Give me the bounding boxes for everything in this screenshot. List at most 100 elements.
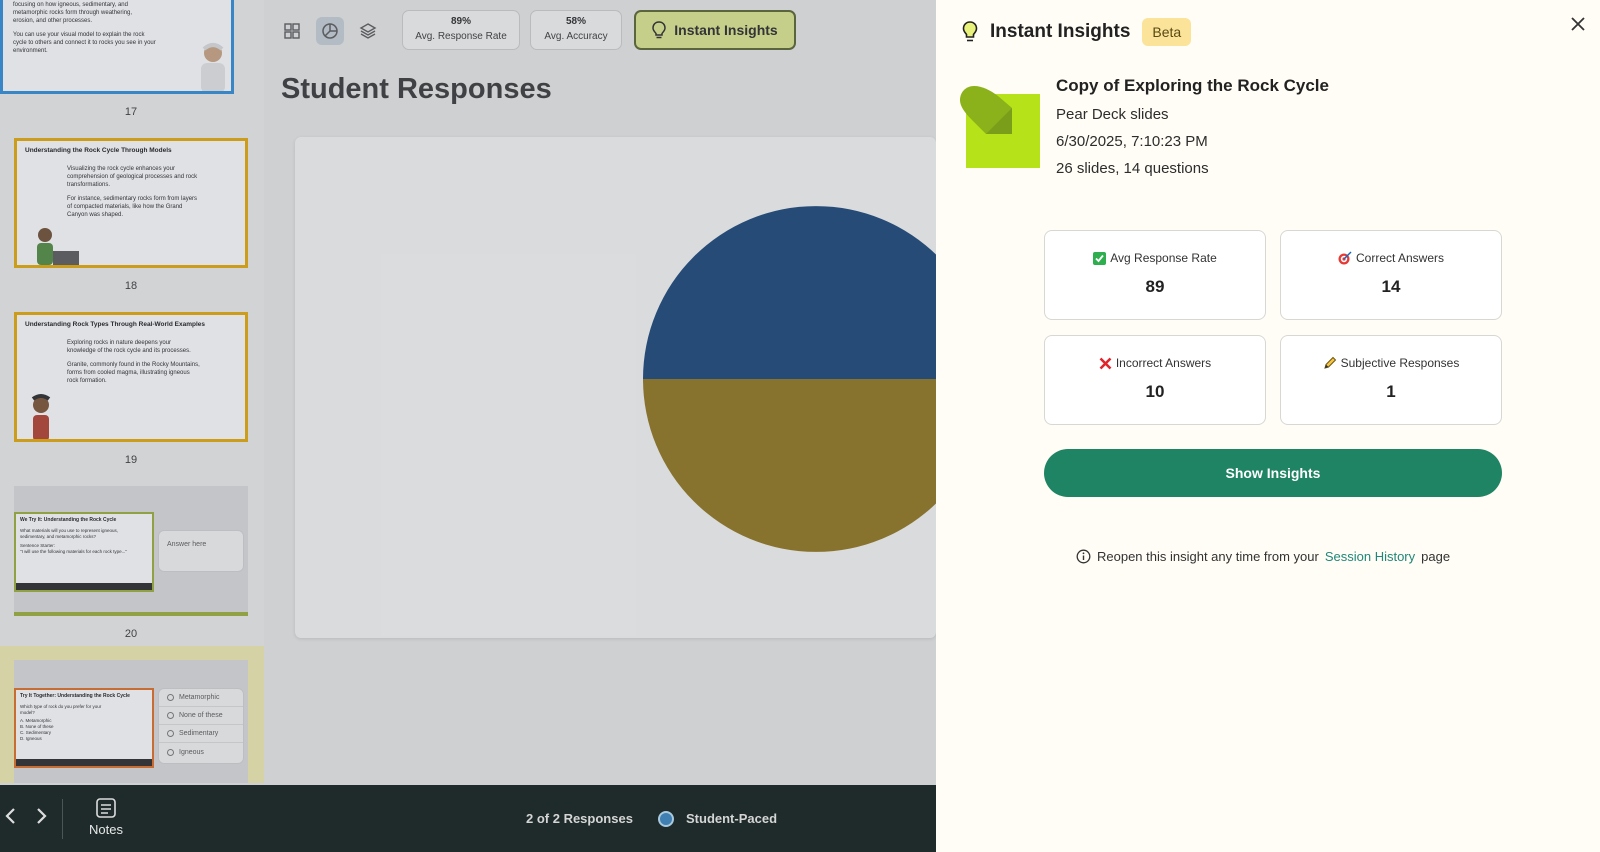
slide-text: focusing on how igneous, sedimentary, an… bbox=[13, 2, 156, 55]
reopen-text: Reopen this insight any time from your bbox=[1097, 549, 1319, 564]
option-item: Igneous bbox=[159, 743, 243, 761]
slide-thumbnail-20[interactable]: We Try It: Understanding the Rock Cycle … bbox=[14, 486, 248, 616]
instant-insights-panel: Instant Insights Beta Copy of Exploring … bbox=[936, 0, 1600, 852]
avg-accuracy-pill: 58% Avg. Accuracy bbox=[530, 10, 622, 50]
page-title: Student Responses bbox=[281, 73, 552, 105]
slide-text: What materials will you use to represent… bbox=[20, 528, 127, 555]
pencil-icon bbox=[1323, 356, 1336, 369]
close-icon bbox=[1571, 17, 1585, 31]
slide-thumbnail-19[interactable]: Understanding Rock Types Through Real-Wo… bbox=[14, 312, 248, 442]
next-slide-button[interactable] bbox=[34, 805, 48, 831]
slide-bottom-border bbox=[14, 612, 248, 616]
layers-view-button[interactable] bbox=[354, 17, 382, 45]
slide-text: Which type of rock do you prefer for you… bbox=[20, 704, 102, 742]
lightbulb-icon bbox=[962, 21, 978, 42]
radio-icon bbox=[167, 730, 174, 737]
chart-card bbox=[295, 137, 936, 638]
card-label-text: Correct Answers bbox=[1355, 251, 1445, 265]
avg-accuracy-value: 58% bbox=[565, 16, 586, 27]
card-label: Correct Answers bbox=[1281, 251, 1501, 265]
grid-view-button[interactable] bbox=[278, 17, 306, 45]
pacing-mode: Student-Paced bbox=[686, 811, 778, 826]
slide-title: Understanding Rock Types Through Real-Wo… bbox=[25, 321, 205, 328]
slide-rail[interactable]: focusing on how igneous, sedimentary, an… bbox=[0, 0, 264, 783]
previous-slide-button[interactable] bbox=[4, 805, 18, 831]
slide-text: Visualizing the rock cycle enhances your… bbox=[67, 166, 198, 219]
card-value: 89 bbox=[1145, 277, 1165, 296]
divider bbox=[62, 799, 63, 839]
slide-footer-bar bbox=[16, 759, 152, 766]
character-illustration-icon bbox=[37, 228, 79, 265]
slide-title: Understanding the Rock Cycle Through Mod… bbox=[25, 147, 172, 154]
pacing-indicator-icon bbox=[658, 811, 674, 827]
reopen-note: Reopen this insight any time from your S… bbox=[1076, 549, 1450, 564]
answer-options: Metamorphic None of these Sedimentary Ig… bbox=[158, 688, 244, 764]
target-icon bbox=[1338, 251, 1352, 265]
slide-preview: Try It Together: Understanding the Rock … bbox=[14, 688, 154, 768]
card-value: 1 bbox=[1386, 382, 1396, 401]
reopen-suffix: page bbox=[1421, 549, 1451, 564]
slide-number: 17 bbox=[124, 106, 138, 118]
avg-response-label: Avg. Response Rate bbox=[415, 31, 507, 42]
chevron-left-icon bbox=[5, 808, 15, 824]
card-label-text: Avg Response Rate bbox=[1110, 251, 1217, 265]
panel-title: Instant Insights bbox=[990, 21, 1131, 42]
character-illustration-icon bbox=[31, 394, 51, 439]
answer-placeholder: Answer here bbox=[158, 530, 244, 572]
instant-insights-button[interactable]: Instant Insights bbox=[634, 10, 796, 50]
card-label-text: Subjective Responses bbox=[1340, 356, 1460, 370]
option-item: Sedimentary bbox=[159, 725, 243, 743]
option-label: Sedimentary bbox=[179, 730, 219, 737]
close-panel-button[interactable] bbox=[1570, 12, 1586, 38]
slide-thumbnail-18[interactable]: Understanding the Rock Cycle Through Mod… bbox=[14, 138, 248, 268]
notes-button[interactable]: Notes bbox=[80, 797, 132, 837]
deck-source: Pear Deck slides bbox=[1056, 106, 1169, 123]
pie-chart-icon bbox=[322, 23, 338, 39]
notes-label: Notes bbox=[89, 822, 123, 837]
slide-title: Try It Together: Understanding the Rock … bbox=[20, 693, 130, 699]
slide-thumbnail-21[interactable]: Try It Together: Understanding the Rock … bbox=[14, 660, 248, 783]
slide-number: 18 bbox=[124, 280, 138, 292]
card-value: 14 bbox=[1381, 277, 1401, 296]
deck-name: Copy of Exploring the Rock Cycle bbox=[1056, 76, 1329, 95]
pear-deck-logo-icon bbox=[960, 86, 1040, 168]
card-label: Avg Response Rate bbox=[1045, 251, 1265, 265]
deck-meta: Copy of Exploring the Rock Cycle Pear De… bbox=[1056, 76, 1329, 177]
pie-slice-0 bbox=[643, 206, 936, 379]
option-item: None of these bbox=[159, 707, 243, 725]
radio-icon bbox=[167, 748, 174, 756]
radio-icon bbox=[167, 694, 174, 701]
slide-title: We Try It: Understanding the Rock Cycle bbox=[20, 517, 117, 523]
avg-response-rate-card: Avg Response Rate 89 bbox=[1044, 230, 1266, 320]
responses-view-button[interactable] bbox=[316, 17, 344, 45]
bottom-bar: Notes 2 of 2 Responses Student-Paced bbox=[0, 785, 936, 852]
pie-slice-1 bbox=[643, 379, 936, 552]
cross-mark-icon bbox=[1099, 357, 1112, 369]
option-item: Metamorphic bbox=[159, 689, 243, 707]
lightbulb-icon bbox=[652, 21, 667, 39]
slide-preview: We Try It: Understanding the Rock Cycle … bbox=[14, 512, 154, 592]
beta-badge: Beta bbox=[1142, 18, 1192, 46]
notes-icon bbox=[96, 798, 116, 818]
radio-icon bbox=[167, 712, 174, 719]
response-count: 2 of 2 Responses bbox=[526, 811, 633, 826]
correct-answers-card: Correct Answers 14 bbox=[1280, 230, 1502, 320]
slide-number: 19 bbox=[124, 454, 138, 466]
card-value: 10 bbox=[1145, 382, 1165, 401]
avg-response-rate-pill: 89% Avg. Response Rate bbox=[402, 10, 520, 50]
panel-header: Instant Insights Beta bbox=[962, 18, 1192, 46]
toolbar: 89% Avg. Response Rate 58% Avg. Accuracy… bbox=[264, 0, 936, 60]
instant-insights-label: Instant Insights bbox=[674, 22, 778, 38]
card-label-text: Incorrect Answers bbox=[1115, 356, 1212, 370]
session-history-link[interactable]: Session History bbox=[1325, 549, 1415, 564]
grid-icon bbox=[284, 23, 300, 39]
slide-thumbnail-17[interactable]: focusing on how igneous, sedimentary, an… bbox=[0, 0, 234, 94]
deck-counts: 26 slides, 14 questions bbox=[1056, 160, 1209, 177]
layers-icon bbox=[359, 23, 377, 39]
slide-number: 20 bbox=[124, 628, 138, 640]
app: focusing on how igneous, sedimentary, an… bbox=[0, 0, 1600, 852]
avg-accuracy-label: Avg. Accuracy bbox=[544, 31, 608, 42]
chevron-right-icon bbox=[37, 808, 47, 824]
show-insights-button[interactable]: Show Insights bbox=[1044, 449, 1502, 497]
deck-date: 6/30/2025, 7:10:23 PM bbox=[1056, 133, 1208, 150]
